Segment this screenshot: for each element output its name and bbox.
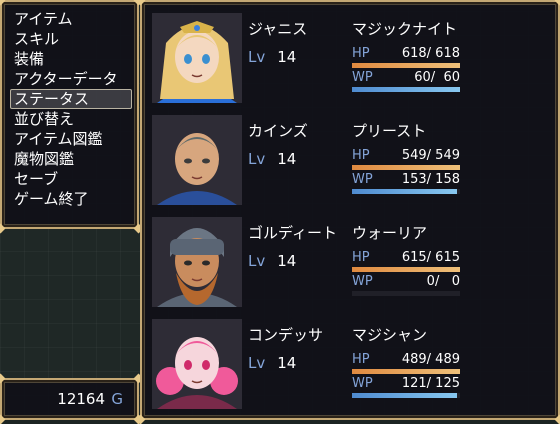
level-value: 14 <box>277 150 297 168</box>
level-value: 14 <box>277 252 297 270</box>
level-label: Lv <box>248 354 266 372</box>
character-class: マジシャン <box>352 326 428 344</box>
level-label: Lv <box>248 252 266 270</box>
wp-bar <box>352 87 460 92</box>
command-menu-window: アイテムスキル装備アクターデータ ステータス並び替えアイテム図鑑 魔物図鑑セーブゲー… <box>0 0 144 234</box>
wp-value: 0/ 0 <box>414 274 460 289</box>
character-level: Lv 14 <box>248 354 296 372</box>
character-portrait <box>152 217 242 307</box>
level-value: 14 <box>277 354 297 372</box>
hp-bar <box>352 267 460 272</box>
menu-item-label: セーブ <box>14 170 59 188</box>
menu-item[interactable]: アイテム図鑑 <box>14 129 118 149</box>
hp-bar <box>352 63 460 68</box>
menu-item-label: アイテム図鑑 <box>14 130 103 148</box>
menu-item[interactable]: 魔物図鑑 <box>14 149 118 169</box>
character-name: コンデッサ <box>248 326 324 344</box>
hp-label: HP <box>352 46 370 61</box>
wp-gauge: WP 153/ 158 <box>352 172 460 194</box>
character-level: Lv 14 <box>248 252 296 270</box>
menu-item[interactable]: スキル <box>14 29 118 49</box>
hp-label: HP <box>352 250 370 265</box>
wp-label: WP <box>352 70 373 85</box>
wp-label: WP <box>352 172 373 187</box>
hp-value: 618/ 618 <box>397 46 460 61</box>
character-level: Lv 14 <box>248 150 296 168</box>
wp-bar <box>352 393 460 398</box>
wp-label: WP <box>352 274 373 289</box>
wp-bar <box>352 189 460 194</box>
character-portrait <box>152 13 242 103</box>
character-portrait <box>152 115 242 205</box>
character-class: ウォーリア <box>352 224 428 242</box>
hp-gauge: HP 615/ 615 <box>352 250 460 272</box>
party-member-row[interactable]: カインズ Lv 14 プリースト HP 549/ 549 WP 153/ 158 <box>142 108 560 208</box>
wp-label: WP <box>352 376 373 391</box>
menu-item[interactable]: 並び替え <box>14 109 118 129</box>
menu-item-label: アイテム <box>14 10 73 28</box>
character-name: カインズ <box>248 122 308 140</box>
character-class: プリースト <box>352 122 427 140</box>
menu-item-label: ゲーム終了 <box>14 190 89 208</box>
character-portrait <box>152 319 242 409</box>
wp-gauge: WP 60/ 60 <box>352 70 460 92</box>
menu-item[interactable]: アイテム <box>14 9 118 29</box>
hp-bar <box>352 165 460 170</box>
hp-bar-fill <box>352 63 460 68</box>
menu-item[interactable]: 装備 <box>14 49 118 69</box>
menu-item-label: ステータス <box>14 90 90 108</box>
character-level: Lv 14 <box>248 48 296 66</box>
wp-bar-fill <box>352 393 457 398</box>
party-member-row[interactable]: ゴルディート Lv 14 ウォーリア HP 615/ 615 WP 0/ 0 <box>142 210 560 310</box>
level-label: Lv <box>248 150 266 168</box>
hp-value: 549/ 549 <box>397 148 460 163</box>
wp-gauge: WP 0/ 0 <box>352 274 460 296</box>
portrait-image <box>152 217 242 307</box>
wp-value: 153/ 158 <box>397 172 460 187</box>
menu-item[interactable]: ゲーム終了 <box>14 189 118 209</box>
hp-label: HP <box>352 148 370 163</box>
gold-window: 12164 G <box>0 373 144 424</box>
wp-bar-fill <box>352 87 460 92</box>
wp-bar <box>352 291 460 296</box>
menu-item[interactable]: ステータス <box>10 89 132 109</box>
wp-value: 121/ 125 <box>397 376 460 391</box>
character-name: ゴルディート <box>248 224 337 242</box>
gold-currency-unit: G <box>111 390 123 408</box>
portrait-image <box>152 319 242 409</box>
portrait-image <box>152 13 242 103</box>
menu-item-label: 魔物図鑑 <box>14 150 75 168</box>
hp-gauge: HP 618/ 618 <box>352 46 460 68</box>
hp-bar <box>352 369 460 374</box>
menu-item-label: アクターデータ <box>14 70 118 88</box>
hp-value: 489/ 489 <box>397 352 460 367</box>
hp-bar-fill <box>352 267 460 272</box>
menu-item-label: スキル <box>14 30 60 48</box>
hp-bar-fill <box>352 165 460 170</box>
menu-item-label: 装備 <box>14 50 45 68</box>
menu-item-label: 並び替え <box>14 110 75 128</box>
portrait-image <box>152 115 242 205</box>
level-label: Lv <box>248 48 266 66</box>
gold-amount: 12164 <box>57 390 105 408</box>
party-status-window: ジャニス Lv 14 マジックナイト HP 618/ 618 WP 60/ 60 … <box>135 0 560 424</box>
character-name: ジャニス <box>248 20 308 38</box>
menu-item[interactable]: セーブ <box>14 169 118 189</box>
wp-bar-fill <box>352 189 457 194</box>
hp-gauge: HP 549/ 549 <box>352 148 460 170</box>
hp-bar-fill <box>352 369 460 374</box>
hp-label: HP <box>352 352 370 367</box>
menu-item[interactable]: アクターデータ <box>14 69 118 89</box>
wp-value: 60/ 60 <box>406 70 460 85</box>
hp-gauge: HP 489/ 489 <box>352 352 460 374</box>
character-class: マジックナイト <box>352 20 458 38</box>
wp-gauge: WP 121/ 125 <box>352 376 460 398</box>
command-menu-list: アイテムスキル装備アクターデータ ステータス並び替えアイテム図鑑 魔物図鑑セーブゲー… <box>10 9 132 209</box>
party-member-row[interactable]: コンデッサ Lv 14 マジシャン HP 489/ 489 WP 121/ 125 <box>142 312 560 412</box>
party-member-row[interactable]: ジャニス Lv 14 マジックナイト HP 618/ 618 WP 60/ 60 <box>142 6 560 106</box>
hp-value: 615/ 615 <box>397 250 460 265</box>
level-value: 14 <box>277 48 297 66</box>
